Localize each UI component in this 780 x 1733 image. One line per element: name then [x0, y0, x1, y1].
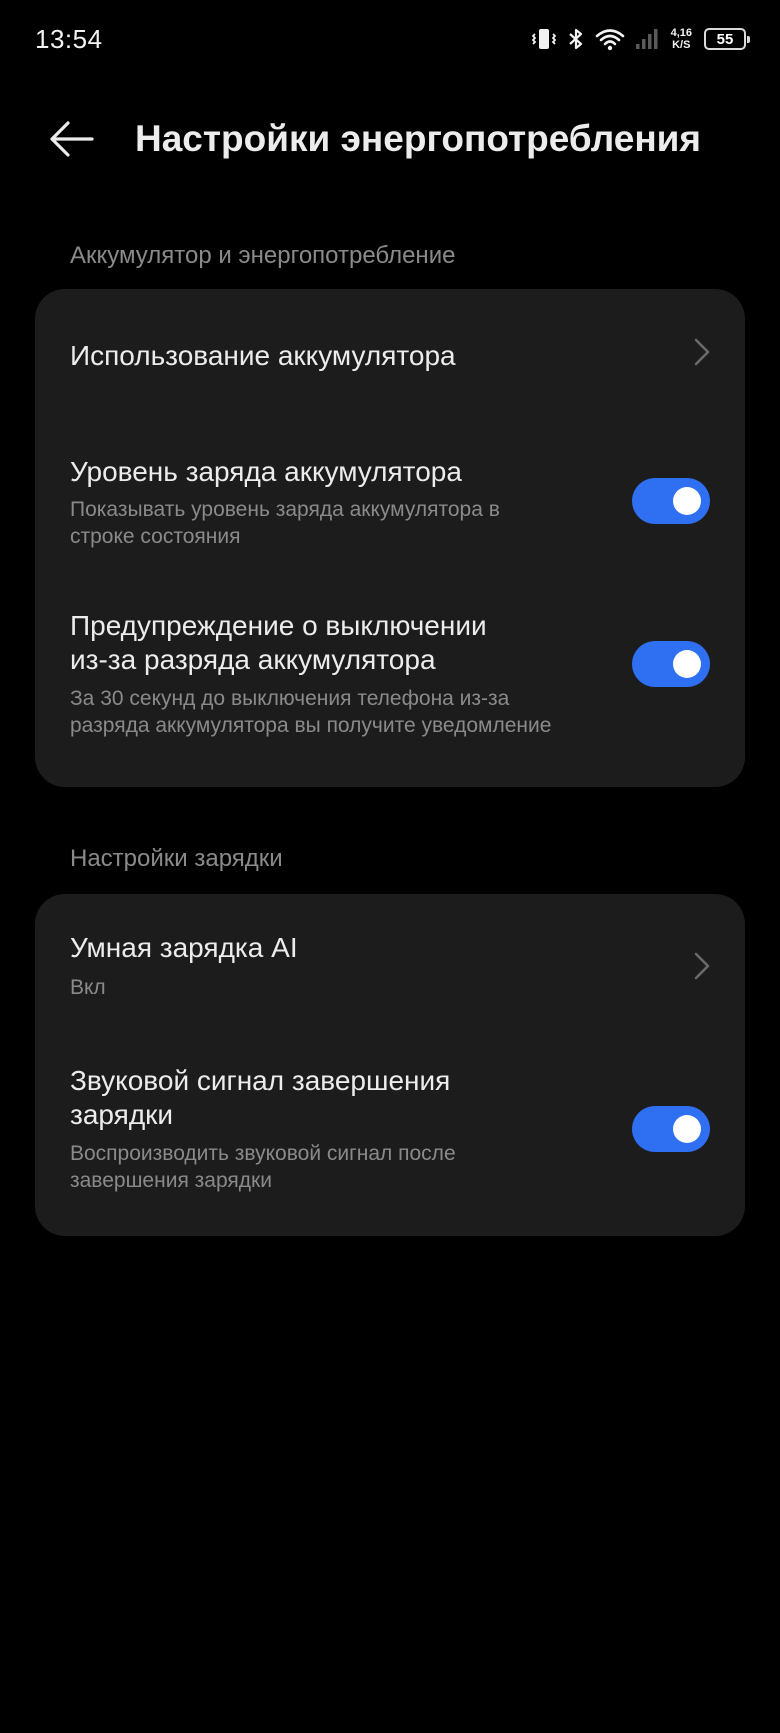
battery-level-toggle[interactable] — [632, 478, 710, 524]
battery-level-row: Уровень заряда аккумулятора Показывать у… — [35, 411, 745, 579]
toggle-knob — [673, 1115, 701, 1143]
battery-level-title: Уровень заряда аккумулятора — [70, 456, 462, 487]
toggle-knob — [673, 487, 701, 515]
smart-charging-status: Вкл — [70, 976, 106, 999]
section-label-battery: Аккумулятор и энергопотребление — [70, 242, 456, 269]
network-speed: 4,16 K/S — [671, 27, 692, 51]
battery-icon: 55 — [704, 28, 750, 50]
status-icons: 4,16 K/S 55 — [531, 22, 750, 56]
status-bar: 13:54 4,16 K/S 55 — [0, 0, 780, 80]
charge-complete-sound-subtitle-line2: завершения зарядки — [70, 1169, 272, 1192]
shutdown-warning-title-line1: Предупреждение о выключении — [70, 610, 487, 641]
shutdown-warning-toggle[interactable] — [632, 641, 710, 687]
wifi-icon — [595, 27, 625, 51]
section-label-charging: Настройки зарядки — [70, 845, 283, 872]
battery-usage-title: Использование аккумулятора — [70, 340, 456, 371]
battery-cap — [747, 36, 750, 43]
charging-settings-card: Умная зарядка AI Вкл Звуковой сигнал зав… — [35, 894, 745, 1236]
charge-complete-sound-title-line1: Звуковой сигнал завершения — [70, 1065, 451, 1096]
charge-complete-sound-subtitle-line1: Воспроизводить звуковой сигнал после — [70, 1142, 456, 1165]
header: Настройки энергопотребления — [0, 110, 780, 170]
chevron-right-icon — [694, 338, 710, 366]
bluetooth-icon — [567, 27, 585, 51]
charge-complete-sound-title-line2: зарядки — [70, 1099, 174, 1130]
page-title: Настройки энергопотребления — [135, 118, 702, 159]
battery-level-subtitle-line1: Показывать уровень заряда аккумулятора в — [70, 498, 500, 521]
smart-charging-row[interactable]: Умная зарядка AI Вкл — [35, 894, 745, 1034]
battery-usage-row[interactable]: Использование аккумулятора — [35, 289, 745, 411]
smart-charging-title: Умная зарядка AI — [70, 932, 298, 963]
battery-level: 55 — [716, 30, 734, 48]
shutdown-warning-title-line2: из-за разряда аккумулятора — [70, 644, 436, 675]
cellular-signal-icon — [635, 27, 659, 51]
battery-level-subtitle-line2: строке состояния — [70, 525, 241, 548]
network-speed-value: 4,16 — [670, 27, 692, 39]
vibrate-icon — [531, 27, 557, 51]
toggle-knob — [673, 650, 701, 678]
status-time: 13:54 — [35, 24, 103, 54]
back-arrow-icon — [50, 121, 94, 157]
network-speed-unit: K/S — [672, 39, 691, 51]
shutdown-warning-subtitle-line1: За 30 секунд до выключения телефона из-з… — [70, 687, 510, 710]
shutdown-warning-subtitle-line2: разряда аккумулятора вы получите уведомл… — [70, 714, 552, 737]
shutdown-warning-row: Предупреждение о выключении из-за разряд… — [35, 579, 745, 787]
chevron-right-icon — [694, 952, 710, 980]
battery-settings-card: Использование аккумулятора Уровень заряд… — [35, 289, 745, 787]
charge-complete-sound-row: Звуковой сигнал завершения зарядки Воспр… — [35, 1034, 745, 1236]
charge-complete-sound-toggle[interactable] — [632, 1106, 710, 1152]
back-button[interactable] — [46, 116, 96, 162]
